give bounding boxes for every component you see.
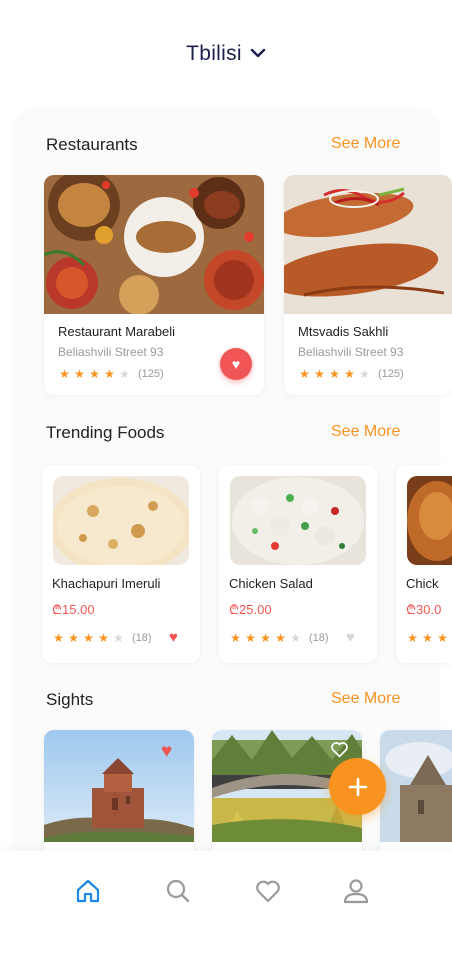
food-card[interactable]: Chicken Salad ₾25.00 ★ ★ ★ ★ ★ (18) ♥ <box>219 465 377 663</box>
star-icon: ★ <box>74 367 85 381</box>
restaurant-image <box>284 175 452 314</box>
nav-search[interactable] <box>164 877 192 905</box>
food-price: ₾30.0 <box>406 602 442 617</box>
heart-icon[interactable]: ♥ <box>169 629 178 646</box>
star-icon: ★ <box>275 631 286 645</box>
rating-stars: ★ ★ ★ ★ ★ (18) <box>229 631 329 645</box>
restaurant-name: Restaurant Marabeli <box>58 324 176 339</box>
nav-home[interactable] <box>74 877 102 905</box>
rating-stars: ★ ★ ★ ★ ★ (125) <box>58 367 164 381</box>
home-icon <box>76 879 100 903</box>
nav-favorites[interactable] <box>254 877 282 905</box>
star-icon: ★ <box>299 367 310 381</box>
restaurant-address: Beliashvili Street 93 <box>58 345 164 359</box>
food-price: ₾25.00 <box>229 602 272 617</box>
city-selector[interactable]: Tbilisi <box>0 42 452 66</box>
star-icon: ★ <box>53 631 64 645</box>
star-icon: ★ <box>245 631 256 645</box>
heart-icon: ♥ <box>231 356 241 372</box>
star-icon: ★ <box>422 631 433 645</box>
star-icon: ★ <box>104 367 115 381</box>
star-icon: ★ <box>329 367 340 381</box>
city-name: Tbilisi <box>186 42 242 65</box>
star-icon: ★ <box>83 631 94 645</box>
restaurant-card[interactable]: Mtsvadis Sakhli Beliashvili Street 93 ★ … <box>284 175 452 395</box>
food-image <box>407 476 452 565</box>
star-icon: ★ <box>359 367 370 381</box>
see-more-sights[interactable]: See More <box>331 690 400 708</box>
rating-stars: ★ ★ ★ ★ ★ (18) <box>52 631 152 645</box>
star-icon: ★ <box>230 631 241 645</box>
restaurant-address: Beliashvili Street 93 <box>298 345 404 359</box>
star-icon: ★ <box>290 631 301 645</box>
star-icon: ★ <box>260 631 271 645</box>
sight-image <box>380 730 452 842</box>
star-icon: ★ <box>68 631 79 645</box>
restaurant-image <box>44 175 264 315</box>
food-image <box>230 476 366 565</box>
heart-icon[interactable]: ♥ <box>161 741 172 763</box>
food-name: Chick <box>406 576 439 591</box>
bottom-navigation <box>0 851 452 962</box>
food-name: Chicken Salad <box>229 576 313 591</box>
favorite-button[interactable]: ♥ <box>220 348 252 380</box>
star-icon: ★ <box>98 631 109 645</box>
section-title-trending-foods: Trending Foods <box>46 423 165 442</box>
see-more-trending-foods[interactable]: See More <box>331 423 400 441</box>
section-title-sights: Sights <box>46 690 94 709</box>
rating-stars: ★ ★ ★ ★ ★ (125) <box>298 367 404 381</box>
add-button[interactable] <box>329 758 386 815</box>
food-card[interactable]: Khachapuri Imeruli ₾15.00 ★ ★ ★ ★ ★ (18)… <box>42 465 200 663</box>
plus-icon <box>348 777 367 796</box>
heart-icon <box>256 880 280 903</box>
heart-icon[interactable]: ♥ <box>346 629 355 646</box>
restaurant-name: Mtsvadis Sakhli <box>298 324 389 339</box>
search-icon <box>166 879 190 903</box>
review-count: (125) <box>378 368 404 380</box>
star-icon: ★ <box>89 367 100 381</box>
star-icon: ★ <box>344 367 355 381</box>
food-image <box>53 476 189 565</box>
see-more-restaurants[interactable]: See More <box>331 135 400 153</box>
section-title-restaurants: Restaurants <box>46 135 138 154</box>
star-icon: ★ <box>119 367 130 381</box>
chevron-down-icon <box>250 40 266 64</box>
star-icon: ★ <box>437 631 448 645</box>
food-name: Khachapuri Imeruli <box>52 576 161 591</box>
star-icon: ★ <box>59 367 70 381</box>
review-count: (18) <box>132 632 152 644</box>
star-icon: ★ <box>407 631 418 645</box>
star-icon: ★ <box>113 631 124 645</box>
review-count: (125) <box>138 368 164 380</box>
food-card[interactable]: Chick ₾30.0 ★ ★ ★ <box>396 465 452 663</box>
review-count: (18) <box>309 632 329 644</box>
star-icon: ★ <box>314 367 325 381</box>
user-icon <box>343 879 369 904</box>
restaurant-card[interactable]: Restaurant Marabeli Beliashvili Street 9… <box>44 175 264 395</box>
nav-profile[interactable] <box>342 877 370 905</box>
food-price: ₾15.00 <box>52 602 95 617</box>
rating-stars: ★ ★ ★ <box>406 631 449 645</box>
